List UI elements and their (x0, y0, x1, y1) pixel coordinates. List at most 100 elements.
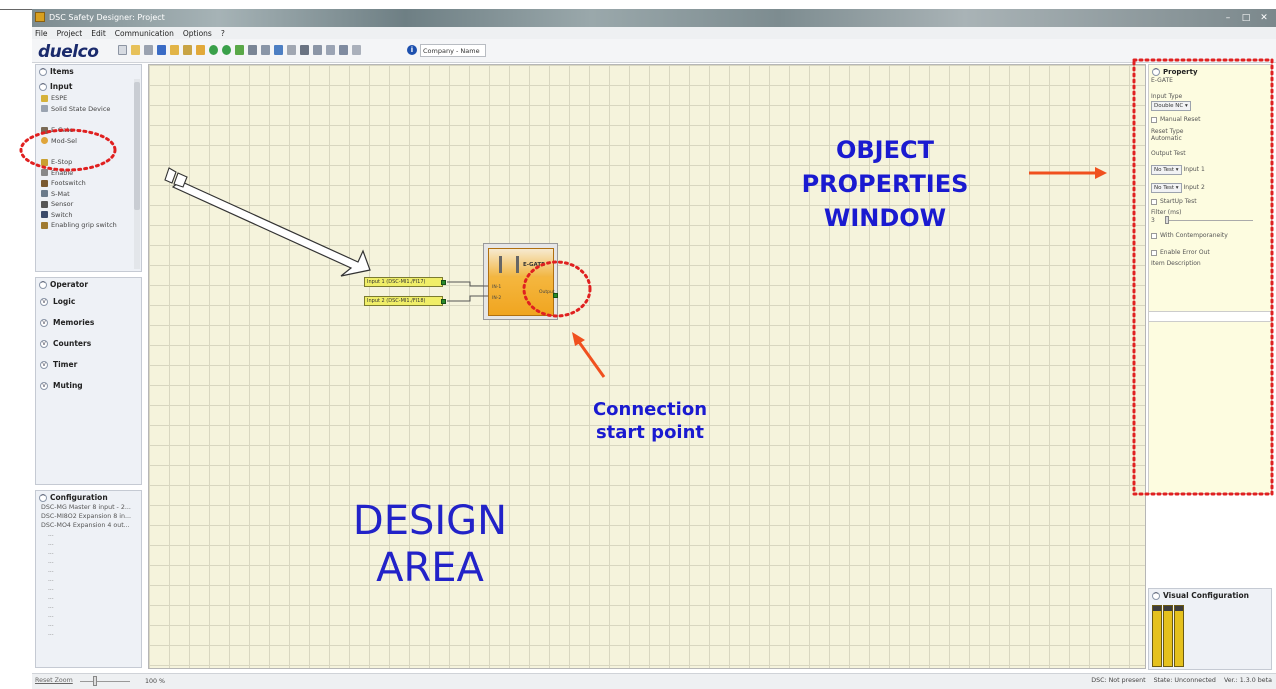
error-out-checkbox[interactable]: Enable Error Out (1149, 249, 1271, 256)
operator-panel-title: Operator (50, 280, 89, 289)
connect-icon[interactable] (248, 45, 257, 55)
collapse-icon[interactable]: ^ (39, 280, 47, 289)
item-footswitch[interactable]: Footswitch (39, 178, 138, 189)
test-input-2-select[interactable]: No Test ▾ (1151, 183, 1182, 193)
output-pin[interactable] (441, 280, 446, 285)
monitor-icon[interactable] (274, 45, 283, 55)
minimize-icon[interactable]: – (1220, 11, 1236, 24)
operator-muting[interactable]: v Muting (36, 375, 141, 396)
collapse-icon[interactable]: ^ (39, 67, 47, 76)
operator-memories[interactable]: v Memories (36, 312, 141, 333)
menu-communication[interactable]: Communication (115, 29, 174, 38)
report-icon[interactable] (183, 45, 192, 55)
layout-icon[interactable] (339, 45, 348, 55)
send-icon[interactable] (261, 45, 270, 55)
filter-slider[interactable] (1164, 216, 1253, 224)
checkbox-icon[interactable] (1151, 249, 1157, 256)
zoom-slider-track[interactable] (80, 681, 130, 682)
item-s-mat[interactable]: S-Mat (39, 189, 138, 200)
operator-counters[interactable]: v Counters (36, 333, 141, 354)
items-panel-header[interactable]: ^ Items (36, 65, 141, 78)
scroll-thumb[interactable] (134, 82, 140, 210)
config-slot: ... (48, 549, 54, 556)
input-block-1[interactable]: Input 1 (DSC-MI1./FI17) (364, 277, 446, 287)
menu-project[interactable]: Project (57, 29, 83, 38)
item-espe[interactable]: ESPE (39, 93, 138, 104)
configuration-panel-header[interactable]: ^ Configuration (36, 491, 141, 504)
item-switch[interactable]: Switch (39, 210, 138, 221)
item-sensor[interactable]: Sensor (39, 199, 138, 210)
zoom-slider-thumb[interactable] (93, 676, 97, 686)
tools-icon[interactable] (287, 45, 296, 55)
item-mod-sel[interactable]: Mod-Sel (39, 136, 138, 147)
close-icon[interactable]: ✕ (1256, 11, 1272, 24)
item-solid-state-device[interactable]: Solid State Device (39, 104, 138, 115)
connection-start-annotation: Connection start point (560, 398, 740, 444)
password-icon[interactable] (352, 45, 361, 55)
config-module[interactable]: DSC-MI8O2 Expansion 8 in... (36, 513, 141, 522)
menu-edit[interactable]: Edit (91, 29, 106, 38)
undo-icon[interactable] (209, 45, 218, 55)
menu-options[interactable]: Options (183, 29, 212, 38)
expand-icon[interactable]: v (40, 339, 48, 348)
new-icon[interactable] (118, 45, 127, 55)
manual-reset-checkbox[interactable]: Manual Reset (1149, 116, 1271, 123)
slider-thumb[interactable] (1164, 216, 1169, 224)
save-as-icon[interactable] (170, 45, 179, 55)
e-gate-block[interactable]: E-GATE IN-1 IN-2 Output (483, 243, 558, 320)
e-gate-icon (41, 126, 48, 134)
validate-icon[interactable] (235, 45, 244, 55)
item-enabling-grip-switch[interactable]: Enabling grip switch (39, 220, 138, 231)
expand-icon[interactable]: v (40, 297, 48, 306)
checkbox-icon[interactable] (1151, 232, 1157, 239)
test-value: No Test (1154, 167, 1175, 173)
collapse-icon[interactable]: ^ (1152, 68, 1160, 76)
item-description-field[interactable] (1149, 311, 1271, 322)
zoom-icon[interactable] (313, 45, 322, 55)
collapse-icon[interactable]: ^ (39, 493, 47, 502)
open-icon[interactable] (131, 45, 140, 55)
output-pin[interactable] (441, 299, 446, 304)
print-icon[interactable] (144, 45, 153, 55)
checkbox-icon[interactable] (1151, 116, 1157, 123)
download-icon[interactable] (326, 45, 335, 55)
top-edge-line (0, 9, 32, 10)
config-module[interactable]: DSC-MO4 Expansion 4 out... (36, 522, 141, 531)
operator-panel-header[interactable]: ^ Operator (36, 278, 141, 291)
reset-zoom-link[interactable]: Reset Zoom (35, 677, 73, 684)
menu-file[interactable]: File (35, 29, 48, 38)
edit-icon[interactable] (196, 45, 205, 55)
input-type-select[interactable]: Double NC ▾ (1151, 101, 1191, 111)
company-name-field[interactable]: Company - Name (420, 44, 486, 57)
input-section-header[interactable]: ^ Input (39, 78, 138, 93)
maximize-icon[interactable]: □ (1238, 11, 1254, 24)
input-block-2[interactable]: Input 2 (DSC-MI1./FI18) (364, 296, 446, 306)
checkbox-label: With Contemporaneity (1160, 232, 1228, 239)
menu-help[interactable]: ? (221, 29, 225, 38)
item-e-stop[interactable]: E-Stop (39, 157, 138, 168)
contemporaneity-checkbox[interactable]: With Contemporaneity (1149, 232, 1271, 239)
log-icon[interactable] (300, 45, 309, 55)
expand-icon[interactable]: v (40, 318, 48, 327)
output-pin[interactable] (553, 293, 558, 298)
visual-configuration-header[interactable]: ^ Visual Configuration (1149, 589, 1271, 602)
save-icon[interactable] (157, 45, 166, 55)
expand-icon[interactable]: v (40, 360, 48, 369)
items-scrollbar[interactable] (134, 79, 140, 269)
redo-icon[interactable] (222, 45, 231, 55)
checkbox-icon[interactable] (1151, 198, 1157, 205)
collapse-icon[interactable]: ^ (39, 82, 47, 91)
test-input-1-select[interactable]: No Test ▾ (1151, 165, 1182, 175)
info-icon[interactable]: i (407, 45, 417, 55)
collapse-icon[interactable]: ^ (1152, 591, 1160, 600)
item-enable[interactable]: Enable (39, 168, 138, 179)
operator-timer[interactable]: v Timer (36, 354, 141, 375)
property-panel-header[interactable]: ^ Property (1149, 65, 1271, 76)
config-module[interactable]: DSC-MG Master 8 input - 2... (36, 504, 141, 513)
expand-icon[interactable]: v (40, 381, 48, 390)
design-area[interactable] (148, 64, 1146, 669)
item-e-gate[interactable]: E-Gate (39, 125, 138, 136)
startup-test-checkbox[interactable]: StartUp Test (1149, 198, 1271, 205)
enable-icon (41, 169, 48, 177)
operator-logic[interactable]: v Logic (36, 291, 141, 312)
